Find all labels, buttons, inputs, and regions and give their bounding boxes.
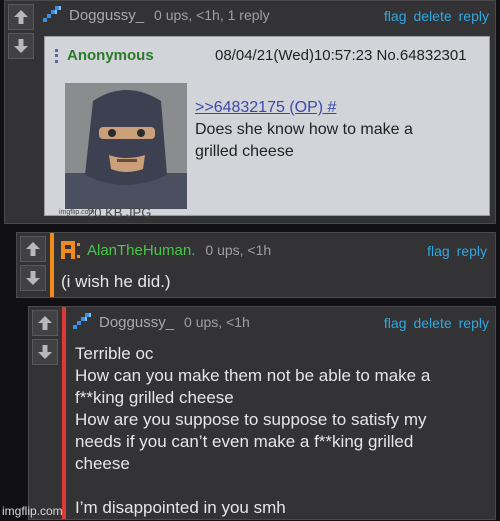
arrow-up-icon	[14, 10, 28, 24]
vote-column	[17, 233, 51, 291]
imgflip-watermark: imgflip.com	[2, 504, 63, 518]
flag-link[interactable]: flag	[384, 8, 407, 24]
chan-post-line-1: Does she know how to make a	[195, 121, 413, 138]
arrow-up-icon	[26, 242, 40, 256]
arrow-down-icon	[26, 271, 40, 285]
username[interactable]: Doggussy_	[69, 7, 144, 24]
downvote-button[interactable]	[20, 265, 46, 291]
chan-post-header: Anonymous	[55, 47, 154, 64]
upvote-button[interactable]	[8, 4, 34, 30]
downvote-button[interactable]	[8, 33, 34, 59]
comment-actions: flag delete reply	[384, 8, 489, 24]
comment-actions: flag delete reply	[384, 315, 489, 331]
comment-header: Doggussy_ 0 ups, <1h, 1 reply	[41, 4, 270, 26]
comment-meta: 0 ups, <1h	[184, 314, 250, 330]
blue-pixel-avatar-icon[interactable]	[71, 311, 93, 333]
chan-poster-name: Anonymous	[67, 47, 154, 64]
comment-meta: 0 ups, <1h	[205, 242, 272, 258]
comment-actions: flag reply	[427, 243, 487, 259]
spy-thumbnail-image	[65, 83, 187, 209]
comment-meta: 0 ups, <1h, 1 reply	[154, 7, 270, 23]
chan-post-line-2: grilled cheese	[195, 143, 294, 160]
reply-depth-stripe	[50, 233, 54, 297]
chan-post-datetime: 08/04/21(Wed)10:57:23 No.64832301	[215, 47, 467, 64]
comment-header: AlanTheHuman. 0 ups, <1h	[59, 239, 271, 261]
blue-pixel-avatar-icon[interactable]	[41, 4, 63, 26]
reply-link[interactable]: reply	[459, 315, 489, 331]
delete-link[interactable]: delete	[413, 315, 451, 331]
chan-file-info: 20 KB JPG	[87, 205, 152, 220]
vote-column	[5, 1, 39, 59]
upvote-button[interactable]	[32, 310, 58, 336]
comment-image-4chan-screenshot[interactable]: Anonymous 08/04/21(Wed)10:57:23 No.64832…	[44, 36, 490, 220]
downvote-button[interactable]	[32, 339, 58, 365]
comment-text: Terrible oc How can you make them not be…	[75, 344, 431, 517]
comment-header: Doggussy_ 0 ups, <1h	[71, 311, 250, 333]
comment-text: (i wish he did.)	[61, 272, 171, 291]
post-menu-icon	[55, 48, 59, 63]
comment-doggussy-2: Doggussy_ 0 ups, <1h flag delete reply T…	[28, 306, 496, 520]
flag-link[interactable]: flag	[427, 243, 450, 259]
username[interactable]: AlanTheHuman.	[87, 242, 195, 259]
arrow-down-icon	[14, 39, 28, 53]
chan-quote-link[interactable]: >>64832175 (OP) #	[195, 97, 413, 119]
delete-link[interactable]: delete	[413, 8, 451, 24]
chan-post-body: >>64832175 (OP) # Does she know how to m…	[195, 97, 413, 163]
arrow-up-icon	[38, 316, 52, 330]
comment-alanthehuman: AlanTheHuman. 0 ups, <1h flag reply (i w…	[16, 232, 496, 298]
orange-pixel-avatar-icon[interactable]	[59, 239, 81, 261]
flag-link[interactable]: flag	[384, 315, 407, 331]
upvote-button[interactable]	[20, 236, 46, 262]
vote-column	[29, 307, 63, 365]
username[interactable]: Doggussy_	[99, 314, 174, 331]
arrow-down-icon	[38, 345, 52, 359]
reply-link[interactable]: reply	[457, 243, 487, 259]
reply-link[interactable]: reply	[459, 8, 489, 24]
reply-depth-stripe	[62, 307, 66, 519]
